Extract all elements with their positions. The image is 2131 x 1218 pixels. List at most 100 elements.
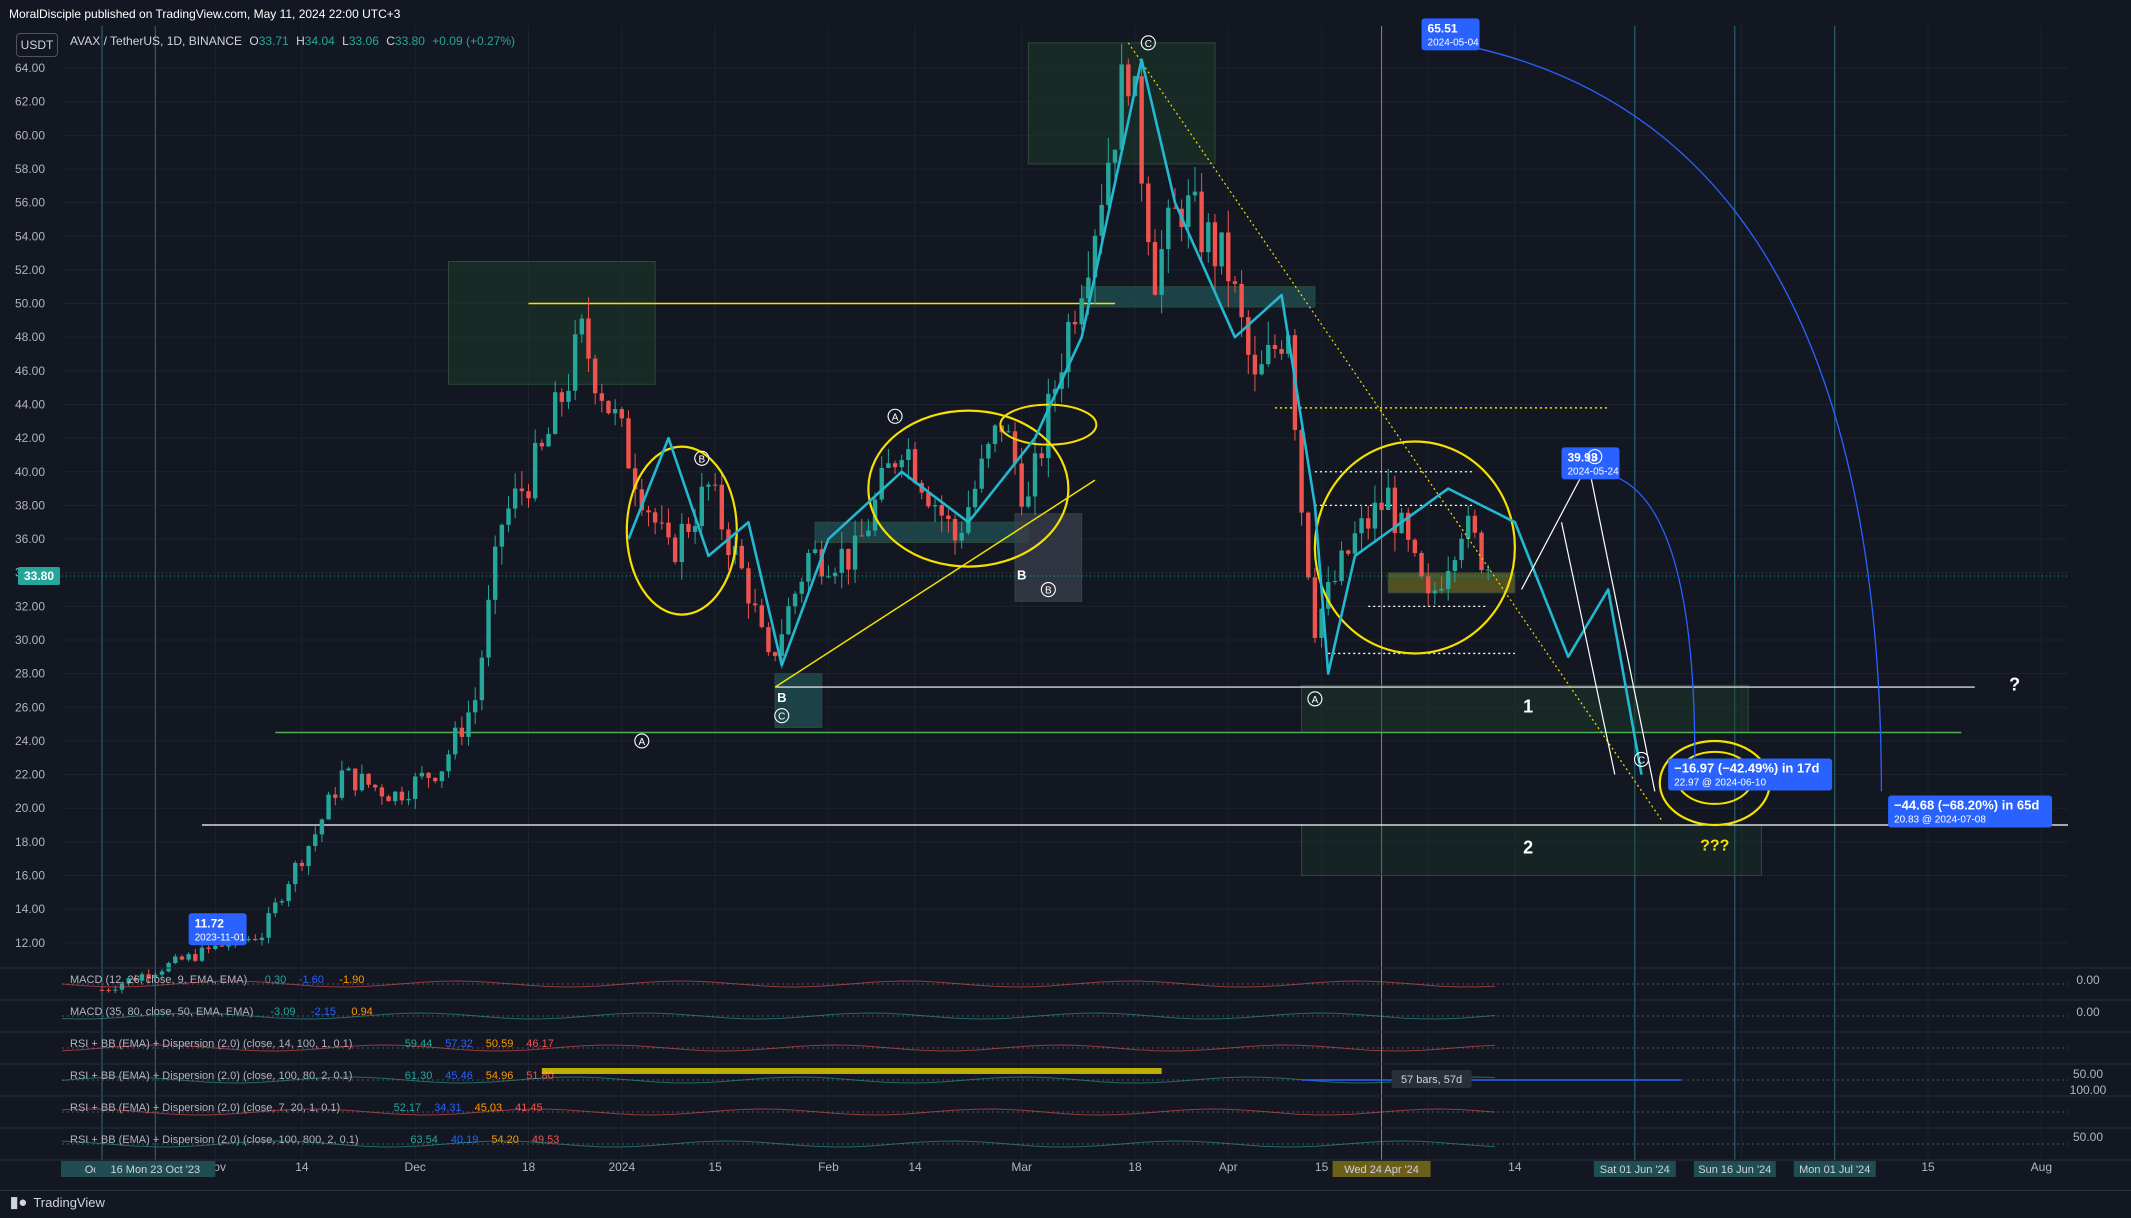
- tradingview-logo[interactable]: ▮● TradingView: [10, 1193, 105, 1211]
- candle-body: [972, 488, 978, 508]
- candle-body: [413, 776, 418, 799]
- candle-body: [652, 512, 658, 523]
- candle-body: [1026, 496, 1031, 507]
- zone-box: [448, 261, 656, 385]
- candle-body: [253, 938, 258, 941]
- candle-body: [619, 409, 625, 419]
- measure-value: 11.72: [195, 916, 225, 930]
- price-tick-label: 56.00: [15, 196, 45, 210]
- candle-body: [1252, 354, 1258, 375]
- candle-body: [399, 791, 405, 801]
- candle-body: [939, 505, 944, 516]
- candle-body: [546, 433, 551, 447]
- time-tick-label: 15: [708, 1160, 722, 1174]
- wave-label: A: [892, 412, 899, 423]
- candle-body: [612, 409, 618, 414]
- candle-body: [339, 770, 345, 798]
- candle-body: [499, 524, 505, 547]
- time-highlight-label: 16 Mon 23 Oct '23: [111, 1164, 201, 1176]
- price-tick-label: 18.00: [15, 835, 45, 849]
- currency-button[interactable]: USDT: [16, 33, 58, 57]
- candle-body: [1479, 532, 1484, 571]
- candle-body: [506, 508, 511, 525]
- candle-body: [512, 488, 518, 509]
- indicator-value: 50.59: [486, 1038, 514, 1050]
- candle-body: [759, 605, 764, 628]
- wave-label: B: [1591, 453, 1598, 464]
- candle-body: [373, 784, 378, 788]
- measure-date: 2023-11-01: [195, 932, 246, 943]
- candle-body: [932, 505, 938, 507]
- candle-body: [459, 727, 465, 737]
- candle-body: [199, 947, 205, 961]
- candle-body: [626, 418, 631, 469]
- candle-body: [279, 901, 285, 903]
- price-tick-label: 12.00: [15, 936, 45, 950]
- candle-body: [1426, 576, 1431, 594]
- price-tick-label: 22.00: [15, 768, 45, 782]
- ohlc-o-label: O: [249, 34, 259, 48]
- candle-body: [1332, 581, 1338, 583]
- candle-body: [1272, 344, 1278, 350]
- candle-body: [666, 522, 671, 538]
- wave-label: C: [1638, 755, 1645, 766]
- time-tick-label: Mar: [1011, 1160, 1032, 1174]
- candle-body: [679, 523, 684, 563]
- candle-body: [1465, 515, 1471, 539]
- price-tick-label: 24.00: [15, 734, 45, 748]
- candle-body: [346, 768, 351, 771]
- candle-body: [226, 945, 231, 947]
- chart-canvas[interactable]: 64.00 62.00 60.00 58.00 56.00 54.00 52.00 50.00…: [0, 0, 2131, 1217]
- candle-body: [359, 773, 365, 791]
- indicator-value: 40.19: [451, 1134, 479, 1146]
- indicator-axis-label: 0.00: [2076, 1005, 2100, 1019]
- indicator-axis-label: 100.00: [2070, 1083, 2107, 1097]
- candle-body: [806, 553, 811, 582]
- candle-body: [1239, 283, 1244, 318]
- price-tick-label: 46.00: [15, 364, 45, 378]
- time-tick-label: 18: [522, 1160, 536, 1174]
- candle-body: [1072, 321, 1078, 325]
- bars-range-label: 57 bars, 57d: [1401, 1074, 1462, 1086]
- candle-body: [1166, 207, 1171, 250]
- candle-body: [206, 947, 211, 949]
- candle-body: [699, 486, 704, 527]
- candle-body: [1452, 560, 1458, 571]
- time-tick-label: Feb: [818, 1160, 839, 1174]
- candle-body: [286, 884, 291, 902]
- candle-body: [433, 777, 438, 782]
- price-tick-label: 28.00: [15, 667, 45, 681]
- ohlc-o: 33.71: [258, 34, 289, 48]
- zone-box: [814, 521, 1029, 543]
- measure-value: −44.68 (−68.20%) in 65d: [1894, 798, 2039, 813]
- candle-body: [472, 700, 478, 713]
- time-tick-label: Apr: [1219, 1160, 1238, 1174]
- ohlc-c-label: C: [386, 34, 395, 48]
- time-tick-label: 14: [908, 1160, 922, 1174]
- ohlc-l: 33.06: [348, 34, 379, 48]
- candle-body: [1446, 570, 1451, 589]
- candle-body: [686, 523, 691, 532]
- candle-body: [1119, 64, 1124, 150]
- price-tick-label: 64.00: [15, 61, 45, 75]
- candle-body: [166, 962, 171, 972]
- candle-body: [1266, 344, 1271, 365]
- candle-body: [1386, 487, 1391, 511]
- candle-body: [1206, 222, 1211, 253]
- candle-body: [1032, 453, 1038, 497]
- candle-body: [299, 862, 305, 867]
- candle-body: [173, 956, 178, 963]
- candle-body: [446, 754, 451, 772]
- candle-body: [1152, 242, 1158, 295]
- candle-body: [1079, 298, 1084, 325]
- candle-body: [799, 581, 804, 594]
- candle-body: [406, 798, 411, 801]
- candle-body: [266, 913, 271, 938]
- time-tick-label: 15: [1315, 1160, 1329, 1174]
- candle-body: [846, 548, 851, 570]
- candle-body: [1359, 518, 1364, 534]
- candle-body: [952, 518, 958, 541]
- measure-arc: [1468, 45, 1883, 792]
- wave-label: A: [638, 737, 645, 748]
- candle-body: [812, 549, 818, 554]
